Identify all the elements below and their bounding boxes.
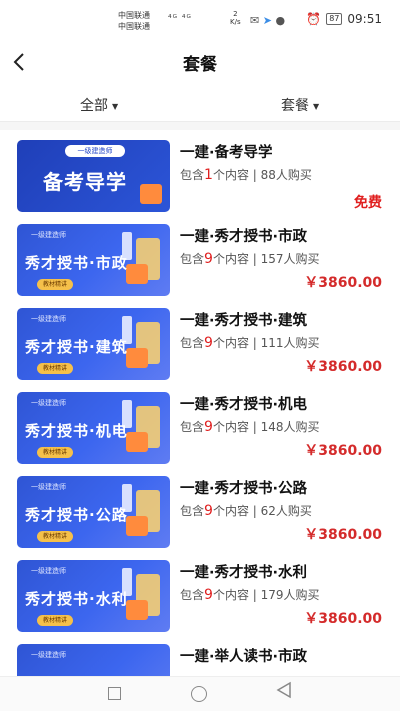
package-price: ￥3860.00 bbox=[304, 527, 382, 543]
thumb-title: 秀才授书·水利 bbox=[25, 590, 128, 608]
home-button[interactable] bbox=[191, 686, 207, 702]
package-price: ￥3860.00 bbox=[304, 275, 382, 291]
package-meta: 包含9个内容 | 157人购买 bbox=[180, 251, 320, 267]
book-illustration bbox=[126, 348, 148, 368]
speed-value: 2 bbox=[233, 10, 238, 18]
speed-unit: K/s bbox=[230, 18, 241, 26]
thumb-pill: 教材精讲 bbox=[37, 279, 74, 290]
filter-package-label: 套餐 bbox=[281, 98, 309, 114]
network-speed: 2 K/s bbox=[230, 10, 241, 26]
clock: 09:51 bbox=[347, 12, 382, 26]
content-count: 9 bbox=[204, 503, 213, 519]
caret-down-icon: ▼ bbox=[313, 101, 320, 111]
status-right: ⏰ 87 09:51 bbox=[306, 12, 382, 26]
content-count: 9 bbox=[204, 587, 213, 603]
content-count: 9 bbox=[204, 419, 213, 435]
caret-down-icon: ▼ bbox=[112, 101, 119, 111]
list-item[interactable]: 一级建造师 秀才授书·机电 教材精讲 一建·秀才授书·机电 包含9个内容 | 1… bbox=[0, 382, 400, 466]
package-meta: 包含9个内容 | 179人购买 bbox=[180, 587, 320, 603]
network-type: ⁴ᴳ ⁴ᴳ bbox=[168, 14, 192, 24]
filter-all-label: 全部 bbox=[80, 98, 108, 114]
chat-icon: ● bbox=[275, 14, 286, 27]
package-thumbnail: 一级建造师 秀才授书·公路 教材精讲 bbox=[17, 476, 170, 548]
thumb-tag: 一级建造师 bbox=[31, 399, 66, 407]
package-name: 一建·秀才授书·建筑 bbox=[180, 313, 308, 329]
package-price: ￥3860.00 bbox=[304, 359, 382, 375]
carrier-2: 中国联通 bbox=[118, 22, 150, 31]
thumb-pill: 教材精讲 bbox=[37, 363, 74, 374]
package-price: 免费 bbox=[354, 195, 382, 211]
wechat-icon: ✉ bbox=[250, 14, 260, 27]
book-illustration bbox=[126, 264, 148, 284]
thumb-tag: 一级建造师 bbox=[65, 145, 125, 157]
alarm-icon: ⏰ bbox=[306, 12, 322, 26]
list-item[interactable]: 一级建造师 秀才授书·建筑 教材精讲 一建·秀才授书·建筑 包含9个内容 | 1… bbox=[0, 298, 400, 382]
package-meta: 包含9个内容 | 62人购买 bbox=[180, 503, 312, 519]
thumb-title: 秀才授书·市政 bbox=[25, 254, 128, 272]
package-name: 一建·秀才授书·公路 bbox=[180, 481, 308, 497]
status-bar: 中国联通 中国联通 ⁴ᴳ ⁴ᴳ 2 K/s ✉ ➤ ● ⏰ 87 09:51 bbox=[0, 0, 400, 40]
thumb-pill: 教材精讲 bbox=[37, 615, 74, 626]
thumb-title: 备考导学 bbox=[43, 170, 127, 194]
book-illustration bbox=[140, 184, 162, 204]
package-name: 一建·秀才授书·水利 bbox=[180, 565, 308, 581]
system-back-button[interactable] bbox=[276, 681, 292, 704]
book-illustration bbox=[126, 432, 148, 452]
top-nav-bar: 套餐 bbox=[0, 40, 400, 84]
book-illustration bbox=[126, 600, 148, 620]
thumb-title: 秀才授书·建筑 bbox=[25, 338, 128, 356]
content-count: 9 bbox=[204, 251, 213, 267]
back-triangle-icon bbox=[276, 681, 291, 699]
thumb-tag: 一级建造师 bbox=[31, 651, 66, 659]
thumb-pill: 教材精讲 bbox=[37, 531, 74, 542]
carrier-1: 中国联通 bbox=[118, 11, 150, 20]
thumb-tag: 一级建造师 bbox=[31, 567, 66, 575]
book-illustration bbox=[126, 516, 148, 536]
list-item[interactable]: 一级建造师 秀才授书·市政 教材精讲 一建·秀才授书·市政 包含9个内容 | 1… bbox=[0, 214, 400, 298]
system-nav-bar bbox=[0, 676, 400, 711]
recent-apps-button[interactable] bbox=[108, 687, 121, 700]
list-item[interactable]: 一级建造师 备考导学 一建·备考导学 包含1个内容 | 88人购买 免费 bbox=[0, 130, 400, 214]
package-meta: 包含9个内容 | 111人购买 bbox=[180, 335, 320, 351]
content-count: 1 bbox=[204, 167, 213, 183]
package-thumbnail: 一级建造师 秀才授书·建筑 教材精讲 bbox=[17, 308, 170, 380]
carrier-info: 中国联通 中国联通 bbox=[118, 10, 150, 32]
list-item[interactable]: 一级建造师 秀才授书·水利 教材精讲 一建·秀才授书·水利 包含9个内容 | 1… bbox=[0, 550, 400, 634]
package-meta: 包含1个内容 | 88人购买 bbox=[180, 167, 312, 183]
package-name: 一建·备考导学 bbox=[180, 145, 273, 161]
send-icon: ➤ bbox=[262, 14, 272, 27]
page-title: 套餐 bbox=[183, 55, 217, 75]
thumb-tag: 一级建造师 bbox=[31, 315, 66, 323]
list-item[interactable]: 一级建造师 秀才授书·公路 教材精讲 一建·秀才授书·公路 包含9个内容 | 6… bbox=[0, 466, 400, 550]
package-name: 一建·秀才授书·机电 bbox=[180, 397, 308, 413]
thumb-tag: 一级建造师 bbox=[31, 483, 66, 491]
package-price: ￥3860.00 bbox=[304, 443, 382, 459]
package-thumbnail: 一级建造师 秀才授书·机电 教材精讲 bbox=[17, 392, 170, 464]
package-thumbnail: 一级建造师 秀才授书·市政 教材精讲 bbox=[17, 224, 170, 296]
content-count: 9 bbox=[204, 335, 213, 351]
package-thumbnail: 一级建造师 秀才授书·水利 教材精讲 bbox=[17, 560, 170, 632]
package-name: 一建·举人读书·市政 bbox=[180, 649, 308, 665]
filter-package-dropdown[interactable]: 套餐 ▼ bbox=[281, 95, 319, 115]
filter-bar: 全部 ▼ 套餐 ▼ bbox=[0, 86, 400, 122]
package-meta: 包含9个内容 | 148人购买 bbox=[180, 419, 320, 435]
thumb-title: 秀才授书·机电 bbox=[25, 422, 128, 440]
filter-all-dropdown[interactable]: 全部 ▼ bbox=[80, 95, 118, 115]
package-price: ￥3860.00 bbox=[304, 611, 382, 627]
package-thumbnail: 一级建造师 备考导学 bbox=[17, 140, 170, 212]
notification-icons: ✉ ➤ ● bbox=[250, 14, 285, 27]
thumb-pill: 教材精讲 bbox=[37, 447, 74, 458]
package-name: 一建·秀才授书·市政 bbox=[180, 229, 308, 245]
battery-indicator: 87 bbox=[326, 13, 343, 25]
thumb-tag: 一级建造师 bbox=[31, 231, 66, 239]
divider bbox=[0, 122, 400, 130]
thumb-title: 秀才授书·公路 bbox=[25, 506, 128, 524]
